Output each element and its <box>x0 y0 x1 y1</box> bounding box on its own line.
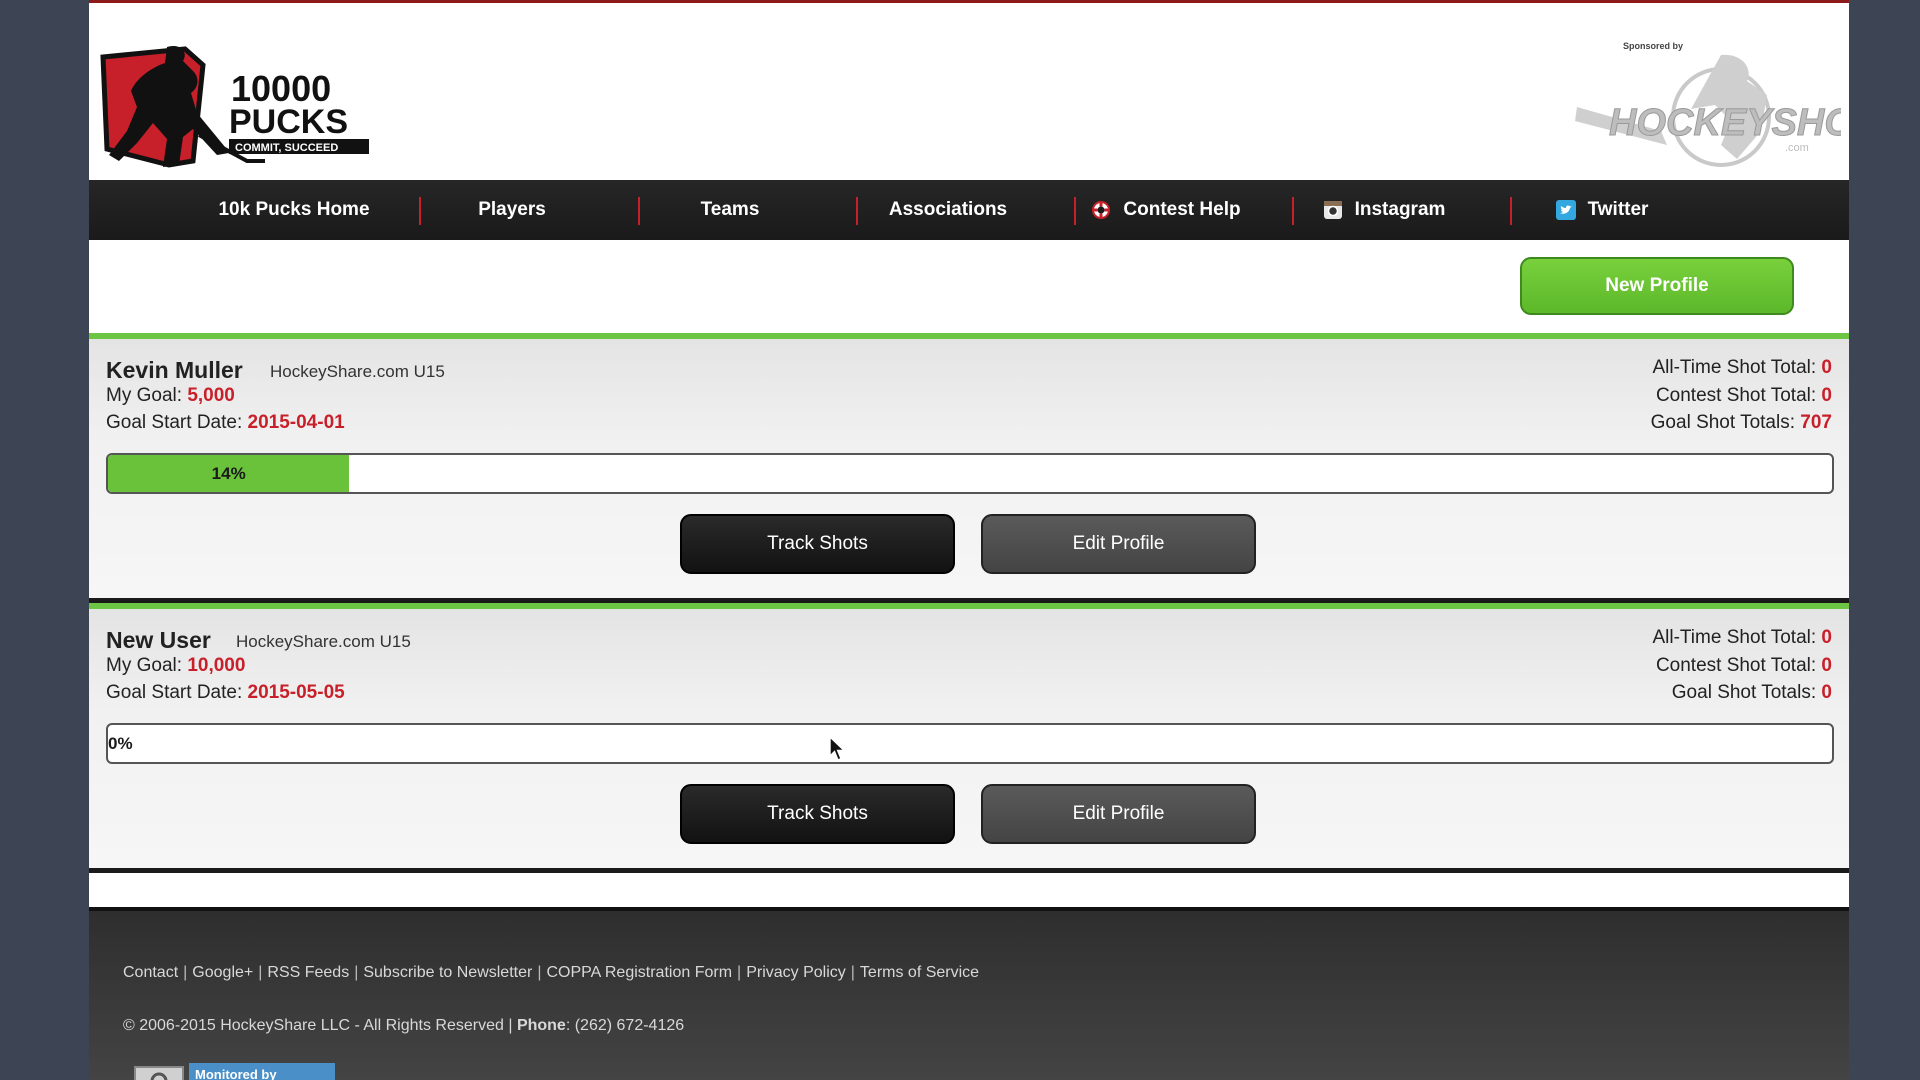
goal-label: My Goal: <box>106 655 183 676</box>
monitored-by-label: Monitored by <box>189 1063 335 1080</box>
all-time-total-label: All-Time Shot Total: <box>1652 357 1817 378</box>
nav-item-label: 10k Pucks Home <box>218 199 370 220</box>
player-name: Kevin Muller <box>106 357 243 383</box>
team-name: HockeyShare.com U15 <box>236 632 411 651</box>
copyright-text: © 2006-2015 HockeyShare LLC - All Rights… <box>123 1017 513 1034</box>
copyright-line: © 2006-2015 HockeyShare LLC - All Rights… <box>123 1017 684 1035</box>
all-time-total-label: All-Time Shot Total: <box>1652 627 1817 648</box>
nav-item-label: Instagram <box>1354 199 1446 220</box>
profile-card: New User HockeyShare.com U15 My Goal: 10… <box>89 603 1849 873</box>
goal-totals-line: Goal Shot Totals: 707 <box>1651 412 1832 434</box>
all-time-total-value: 0 <box>1821 357 1832 378</box>
twitter-icon <box>1555 200 1576 220</box>
goal-progress-bar: 14% <box>106 453 1834 494</box>
contest-total-label: Contest Shot Total: <box>1655 385 1817 406</box>
nav-item-players[interactable]: Players <box>403 180 621 240</box>
nav-item-label: Players <box>478 199 546 220</box>
hockeyshot-sponsor[interactable]: Sponsored by HOCKEYSHOT .com <box>1571 35 1841 170</box>
footer-link-rss-feeds[interactable]: RSS Feeds <box>267 964 349 981</box>
contest-total-line: Contest Shot Total: 0 <box>1656 385 1832 407</box>
footer-link-terms-of-service[interactable]: Terms of Service <box>860 964 979 981</box>
site-header: 10000 PUCKS COMMIT, SUCCEED Sponsored by… <box>89 3 1849 180</box>
nav-item-home[interactable]: 10k Pucks Home <box>185 180 403 240</box>
player-name: New User <box>106 627 211 653</box>
footer-link-contact[interactable]: Contact <box>123 964 178 981</box>
nav-item-contest-help[interactable]: Contest Help <box>1057 180 1275 240</box>
nav-item-label: Contest Help <box>1123 199 1241 220</box>
instagram-icon <box>1323 200 1343 220</box>
10000-pucks-logo[interactable]: 10000 PUCKS COMMIT, SUCCEED <box>97 43 377 173</box>
team-name: HockeyShare.com U15 <box>270 362 445 381</box>
footer-link-google-plus[interactable]: Google+ <box>192 964 253 981</box>
nav-item-label: Teams <box>700 199 760 220</box>
svg-text:.com: .com <box>1785 142 1809 154</box>
monitored-by-badge[interactable]: Monitored by <box>131 1063 341 1080</box>
phone-number: : (262) 672-4126 <box>565 1017 685 1034</box>
footer-link-coppa-form[interactable]: COPPA Registration Form <box>546 964 732 981</box>
start-date-label: Goal Start Date: <box>106 682 243 703</box>
nav-item-twitter[interactable]: Twitter <box>1493 180 1711 240</box>
nav-item-instagram[interactable]: Instagram <box>1275 180 1493 240</box>
phone-label: Phone <box>516 1017 566 1034</box>
new-profile-button[interactable]: New Profile <box>1520 257 1794 315</box>
contest-total-line: Contest Shot Total: 0 <box>1656 655 1832 677</box>
goal-label: My Goal: <box>106 385 183 406</box>
progress-label: 0% <box>108 733 133 753</box>
goal-totals-label: Goal Shot Totals: <box>1650 412 1796 433</box>
contest-total-value: 0 <box>1821 385 1832 406</box>
contest-total-label: Contest Shot Total: <box>1655 655 1817 676</box>
all-time-total-line: All-Time Shot Total: 0 <box>1652 357 1832 379</box>
svg-text:PUCKS: PUCKS <box>229 103 348 141</box>
footer-links: Contact | Google+ | RSS Feeds | Subscribe to N… <box>123 964 980 981</box>
footer-link-newsletter[interactable]: Subscribe to Newsletter <box>363 964 532 981</box>
goal-progress-bar: 0% <box>106 723 1834 764</box>
goal-line: My Goal: 10,000 <box>106 655 245 677</box>
goal-value: 10,000 <box>187 655 246 676</box>
footer-link-privacy-policy[interactable]: Privacy Policy <box>746 964 846 981</box>
shield-icon <box>134 1066 184 1080</box>
all-time-total-line: All-Time Shot Total: 0 <box>1652 627 1832 649</box>
goal-totals-label: Goal Shot Totals: <box>1671 682 1817 703</box>
hockeyshot-logo: HOCKEYSHOT .com <box>1575 54 1841 167</box>
start-date-label: Goal Start Date: <box>106 412 243 433</box>
profile-card: Kevin Muller HockeyShare.com U15 My Goal… <box>89 333 1849 603</box>
main-nav: 10k Pucks Home Players Teams Association… <box>89 180 1849 240</box>
nav-item-label: Twitter <box>1587 199 1649 220</box>
progress-label: 14% <box>211 463 246 483</box>
start-date-line: Goal Start Date: 2015-04-01 <box>106 412 345 434</box>
goal-totals-value: 707 <box>1800 412 1832 433</box>
nav-item-associations[interactable]: Associations <box>839 180 1057 240</box>
mouse-cursor-icon <box>829 736 846 761</box>
lifebuoy-icon <box>1091 200 1111 220</box>
start-date-line: Goal Start Date: 2015-05-05 <box>106 682 345 704</box>
site-footer: Contact | Google+ | RSS Feeds | Subscribe to N… <box>89 911 1849 1080</box>
svg-text:COMMIT, SUCCEED: COMMIT, SUCCEED <box>235 142 338 154</box>
edit-profile-button[interactable]: Edit Profile <box>981 784 1256 844</box>
nav-item-label: Associations <box>888 199 1008 220</box>
goal-totals-line: Goal Shot Totals: 0 <box>1672 682 1832 704</box>
svg-text:HOCKEYSHOT: HOCKEYSHOT <box>1609 102 1841 144</box>
action-bar: New Profile <box>89 240 1849 333</box>
track-shots-button[interactable]: Track Shots <box>680 514 955 574</box>
start-date-value: 2015-04-01 <box>247 412 345 433</box>
page: 10000 PUCKS COMMIT, SUCCEED Sponsored by… <box>89 0 1849 1080</box>
nav-item-teams[interactable]: Teams <box>621 180 839 240</box>
goal-line: My Goal: 5,000 <box>106 385 235 407</box>
track-shots-button[interactable]: Track Shots <box>680 784 955 844</box>
all-time-total-value: 0 <box>1821 627 1832 648</box>
contest-total-value: 0 <box>1821 655 1832 676</box>
start-date-value: 2015-05-05 <box>247 682 345 703</box>
goal-value: 5,000 <box>187 385 235 406</box>
goal-totals-value: 0 <box>1821 682 1832 703</box>
edit-profile-button[interactable]: Edit Profile <box>981 514 1256 574</box>
